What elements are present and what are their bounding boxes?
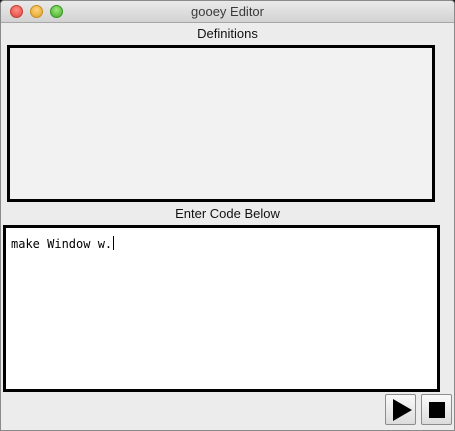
definitions-panel[interactable] — [7, 45, 435, 202]
title-bar[interactable]: gooey Editor — [1, 1, 454, 23]
editor-window: gooey Editor Definitions Enter Code Belo… — [0, 0, 455, 431]
definitions-label: Definitions — [197, 26, 258, 41]
code-entry-label: Enter Code Below — [175, 206, 280, 221]
window-content: Definitions Enter Code Below make Window… — [1, 23, 454, 430]
code-text: make Window w. — [11, 236, 115, 251]
code-editor[interactable]: make Window w. — [3, 225, 440, 392]
window-title: gooey Editor — [191, 4, 264, 19]
text-caret — [113, 236, 115, 250]
stop-button[interactable] — [421, 394, 452, 425]
play-icon — [392, 398, 412, 421]
code-line: make Window w. — [11, 237, 113, 251]
run-button[interactable] — [385, 394, 416, 425]
stop-icon — [428, 401, 445, 418]
